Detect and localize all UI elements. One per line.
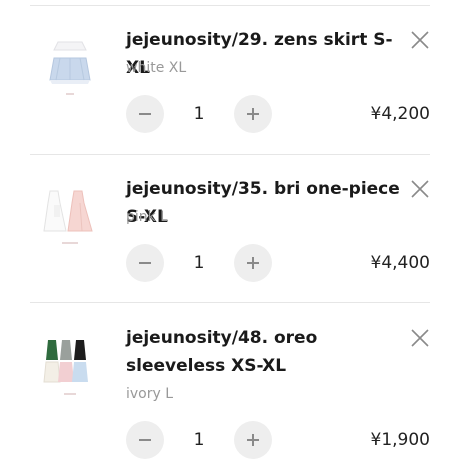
- item-variant: ivory L: [126, 386, 174, 402]
- minus-icon: [139, 113, 151, 115]
- item-title[interactable]: jejeunosity/48. oreo sleeveless XS-XL: [126, 324, 406, 380]
- close-icon[interactable]: [410, 179, 430, 199]
- increase-quantity-button[interactable]: [234, 244, 272, 282]
- skirt-product-image[interactable]: [40, 36, 100, 100]
- close-icon[interactable]: [410, 30, 430, 50]
- item-price: ¥4,200: [370, 104, 430, 124]
- increase-quantity-button[interactable]: [234, 421, 272, 459]
- divider: [30, 5, 430, 6]
- plus-icon: [247, 108, 259, 120]
- divider: [30, 302, 430, 303]
- quantity-value: 1: [193, 104, 205, 124]
- one-piece-product-image[interactable]: [40, 185, 100, 249]
- decrease-quantity-button[interactable]: [126, 244, 164, 282]
- decrease-quantity-button[interactable]: [126, 421, 164, 459]
- minus-icon: [139, 262, 151, 264]
- plus-icon: [247, 257, 259, 269]
- decrease-quantity-button[interactable]: [126, 95, 164, 133]
- minus-icon: [139, 439, 151, 441]
- item-variant: white XL: [126, 60, 187, 76]
- item-variant: pink L: [126, 209, 169, 225]
- quantity-value: 1: [193, 430, 205, 450]
- divider: [30, 154, 430, 155]
- plus-icon: [247, 434, 259, 446]
- close-icon[interactable]: [410, 328, 430, 348]
- increase-quantity-button[interactable]: [234, 95, 272, 133]
- quantity-value: 1: [193, 253, 205, 273]
- item-price: ¥1,900: [370, 430, 430, 450]
- sleeveless-product-image[interactable]: [40, 334, 100, 400]
- item-price: ¥4,400: [370, 253, 430, 273]
